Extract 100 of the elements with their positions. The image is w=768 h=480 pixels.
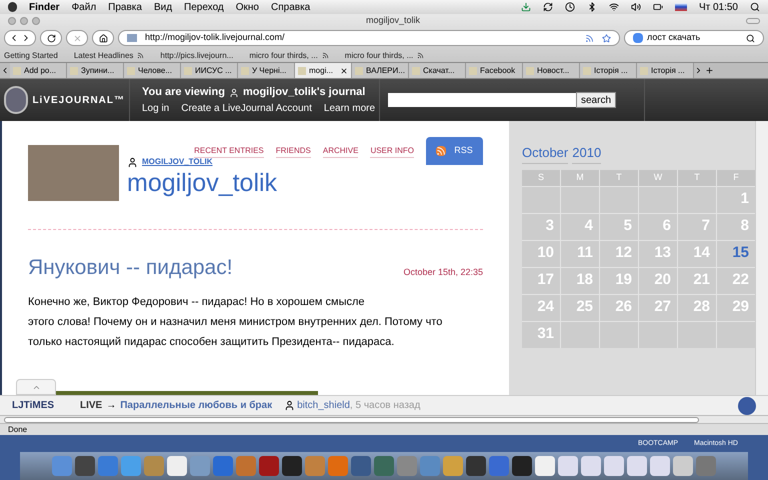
arrow-text: →	[106, 399, 116, 413]
calendar-year-link[interactable]: 2010	[572, 143, 602, 164]
browser-tab[interactable]: Новост...	[523, 63, 580, 78]
entry-text: Конечно же, Виктор Федорович -- пидарас! Но в хорошем смысле этого слова! Почему он и назначил меня министром внутренних дел. Потому что только настоящий пидарас способен защитить Президента-- пидараса.	[28, 294, 444, 350]
app-icon[interactable]	[351, 456, 371, 476]
app-icon[interactable]	[650, 456, 670, 476]
weekday-label: M	[561, 170, 599, 186]
site-logo[interactable]: LiVEJOURNAL™	[32, 92, 125, 108]
reload-button[interactable]	[40, 30, 62, 46]
nav-link[interactable]: USER INFO	[370, 145, 414, 158]
collapse-tab-button[interactable]	[16, 379, 56, 395]
nav-link[interactable]: FRIENDS	[276, 145, 311, 158]
home-button[interactable]	[92, 30, 114, 46]
viewing-label: You are viewing	[142, 85, 225, 100]
menu-item[interactable]: Вид	[154, 0, 172, 14]
menu-item[interactable]: Файл	[72, 0, 96, 14]
toolbar-toggle-icon[interactable]	[746, 18, 760, 24]
bookmark-star-icon[interactable]	[602, 34, 611, 42]
author-link[interactable]: bitch_shield	[297, 398, 350, 413]
app-icon[interactable]	[581, 456, 601, 476]
app-icon[interactable]	[282, 456, 302, 476]
menu-item[interactable]: Finder	[29, 0, 60, 14]
app-icon[interactable]	[512, 456, 532, 476]
search-icon[interactable]	[746, 34, 755, 42]
browser-tab[interactable]: Скачат...	[409, 63, 466, 78]
search-button[interactable]: search	[576, 92, 616, 108]
journal-owner-link[interactable]: mogiljov_tolik's journal	[242, 84, 366, 101]
nav-link[interactable]: RECENT ENTRIES	[194, 145, 264, 158]
user-icon	[284, 400, 296, 411]
bookmark-link[interactable]: http://pics.livejourn...	[160, 50, 234, 62]
browser-tab[interactable]: Facebook	[466, 63, 523, 78]
bluetooth-icon[interactable]	[586, 2, 597, 12]
browser-tab[interactable]: mogi...	[295, 63, 352, 78]
app-icon[interactable]	[259, 456, 279, 476]
time-machine-icon[interactable]	[564, 2, 575, 12]
close-icon[interactable]	[340, 66, 348, 74]
feed-icon	[137, 52, 144, 59]
stop-icon	[72, 34, 82, 42]
bookmark-link[interactable]: Latest Headlines	[74, 50, 144, 62]
search-engine-icon[interactable]	[633, 33, 643, 43]
home-icon	[98, 34, 108, 42]
window-title: mogiljov_tolik	[364, 14, 422, 27]
calendar-month-link[interactable]: October	[522, 143, 568, 164]
bookmark-link[interactable]: micro four thirds, ...	[249, 50, 329, 62]
site-search-field[interactable]	[388, 93, 576, 107]
browser-tab[interactable]: ИИСУС ...	[181, 63, 238, 78]
browser-tab[interactable]: Історія ...	[637, 63, 694, 78]
site-icon	[127, 34, 137, 42]
flag-icon[interactable]	[674, 3, 687, 11]
header-link[interactable]: Learn more	[324, 100, 376, 116]
url-text[interactable]: http://mogiljov-tolik.livejournal.com/	[145, 31, 577, 45]
search-field[interactable]: лост скачать	[624, 30, 764, 46]
browser-tab[interactable]: Історія ...	[580, 63, 637, 78]
nav-link[interactable]: ARCHIVE	[322, 145, 358, 158]
app-icon[interactable]	[535, 456, 555, 476]
ljtimes-logo[interactable]: LJTiMES	[12, 398, 68, 413]
app-icon[interactable]	[673, 456, 693, 476]
weekday-label: S	[522, 170, 560, 186]
wifi-icon[interactable]	[608, 2, 619, 12]
rss-icon	[436, 146, 446, 156]
bookmark-link[interactable]: micro four thirds, ...	[344, 50, 424, 62]
browser-tab[interactable]: Челове...	[124, 63, 181, 78]
vertical-scrollbar[interactable]	[755, 121, 768, 395]
new-tab-icon[interactable]	[705, 66, 714, 75]
app-icon[interactable]	[604, 456, 624, 476]
rss-button[interactable]: RSS	[426, 137, 483, 165]
user-icon	[127, 156, 138, 168]
feed-icon[interactable]	[585, 34, 594, 42]
username-link[interactable]: MOGILJOV_TOLIK	[142, 156, 213, 168]
volume-icon[interactable]	[630, 2, 641, 12]
tab-scroll-right-icon[interactable]	[694, 66, 703, 75]
download-icon[interactable]	[520, 2, 531, 12]
browser-tab[interactable]: У Черні...	[238, 63, 295, 78]
menu-item[interactable]: Окно	[236, 0, 259, 14]
address-field[interactable]: http://mogiljov-tolik.livejournal.com/	[118, 30, 620, 46]
horizontal-scrollbar[interactable]	[0, 415, 768, 424]
battery-icon[interactable]	[652, 2, 663, 12]
app-icon[interactable]	[167, 456, 187, 476]
app-icon[interactable]	[466, 456, 486, 476]
feed-icon	[417, 52, 424, 59]
app-icon[interactable]	[627, 456, 647, 476]
back-forward-button[interactable]	[4, 30, 36, 46]
clock[interactable]: Чт 01:50	[698, 0, 738, 14]
search-icon[interactable]	[750, 2, 760, 12]
menu-item[interactable]: Переход	[184, 0, 224, 14]
search-text: лост скачать	[647, 31, 702, 44]
browser-tab[interactable]: Add po...	[10, 63, 67, 78]
bookmark-link[interactable]: Getting Started	[4, 50, 58, 62]
browser-tab[interactable]: Зупини...	[67, 63, 124, 78]
menu-item[interactable]: Правка	[108, 0, 142, 14]
sync-icon[interactable]	[542, 2, 553, 12]
header-link[interactable]: Log in	[142, 100, 170, 116]
app-icon[interactable]	[558, 456, 578, 476]
browser-tab[interactable]: ВАЛЕРИ...	[352, 63, 409, 78]
header-link[interactable]: Create a LiveJournal Account	[181, 100, 312, 116]
entry-title[interactable]: Янукович -- пидарас!	[28, 252, 233, 284]
user-icon	[228, 88, 239, 98]
menu-item[interactable]: Справка	[271, 0, 310, 14]
headline-link[interactable]: Параллельные любовь и брак	[120, 398, 272, 413]
app-icon[interactable]	[75, 456, 95, 476]
